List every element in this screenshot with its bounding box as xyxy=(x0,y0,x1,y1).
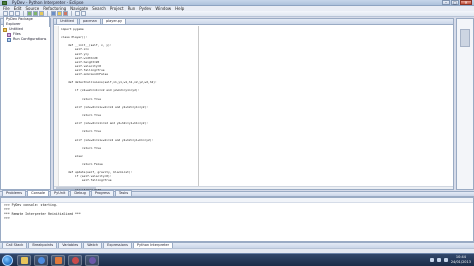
config-icon xyxy=(7,37,11,42)
tab-package-explorer[interactable]: PyDev Package Explorer xyxy=(3,16,50,27)
tree-item-label: Run Configurations xyxy=(13,37,47,41)
tab-problems[interactable]: Problems xyxy=(2,190,27,196)
toolbar-divider xyxy=(71,11,72,16)
back-icon[interactable] xyxy=(75,11,80,16)
clock-date: 24/01/2013 xyxy=(450,259,471,264)
browser-task-icon[interactable] xyxy=(34,255,48,266)
code-editor: Untitled pacman player.py import pygame cla… xyxy=(53,18,454,219)
recorder-icon xyxy=(71,257,79,264)
explorer-tab-strip: PyDev Package Explorer xyxy=(1,16,50,27)
package-explorer: PyDev Package Explorer Untitled Files Run … xyxy=(0,16,51,190)
minimize-button[interactable]: – xyxy=(442,0,450,5)
editor-tab[interactable]: pacman xyxy=(78,18,101,24)
maximize-button[interactable]: □ xyxy=(451,0,459,5)
eclipse-task-icon[interactable] xyxy=(85,255,99,266)
search-icon[interactable] xyxy=(63,11,68,16)
start-button[interactable] xyxy=(2,255,13,266)
editor-gutter xyxy=(54,26,59,186)
outline-pane xyxy=(456,18,474,190)
main-toolbar xyxy=(0,11,474,17)
folder-icon xyxy=(20,257,28,264)
eclipse-window: PyDev - Python Interpreter - Eclipse – □… xyxy=(0,0,474,266)
tab-console[interactable]: Console xyxy=(27,190,50,196)
eclipse-app-icon xyxy=(2,1,7,5)
network-icon[interactable] xyxy=(429,257,434,262)
tab-pyunit[interactable]: PyUnit xyxy=(50,190,70,196)
tree-item[interactable]: Run Configurations xyxy=(3,37,48,42)
console-view: >>> PyDev console: starting. >>> *** Remot… xyxy=(0,197,474,242)
editor-horizontal-scrollbar[interactable] xyxy=(54,186,453,189)
project-tree: Untitled Files Run Configurations xyxy=(1,25,50,44)
media-task-icon[interactable] xyxy=(51,255,65,266)
eclipse-icon xyxy=(88,257,96,264)
vertical-scrollbar-thumb[interactable] xyxy=(460,29,470,47)
media-player-icon xyxy=(54,257,62,264)
console-output[interactable]: >>> PyDev console: starting. >>> *** Remot… xyxy=(1,203,473,220)
close-button[interactable]: ✕ xyxy=(460,0,472,5)
volume-icon[interactable] xyxy=(436,257,441,262)
project-folder-icon xyxy=(3,27,7,32)
scrollbar-thumb[interactable] xyxy=(56,187,96,189)
new-project-icon[interactable] xyxy=(51,11,56,16)
tab-debug[interactable]: Debug xyxy=(70,190,90,196)
taskbar-apps xyxy=(17,255,99,266)
console-line: >>> xyxy=(4,215,10,220)
editor-tab[interactable]: player.py xyxy=(101,18,127,24)
system-tray: 10:44 24/01/2013 xyxy=(429,255,471,264)
tab-progress[interactable]: Progress xyxy=(90,190,114,196)
windows-taskbar: 10:44 24/01/2013 xyxy=(0,253,474,266)
browser-icon xyxy=(37,257,45,264)
explorer-task-icon[interactable] xyxy=(17,255,31,266)
editor-tab-strip: Untitled pacman player.py xyxy=(54,18,453,25)
tab-tasks[interactable]: Tasks xyxy=(114,190,133,196)
taskbar-clock[interactable]: 10:44 24/01/2013 xyxy=(451,255,471,264)
editor-tab[interactable]: Untitled xyxy=(56,18,78,24)
source-folder-icon xyxy=(7,32,11,37)
recorder-task-icon[interactable] xyxy=(68,255,82,266)
new-module-icon[interactable] xyxy=(57,11,62,16)
flag-icon[interactable] xyxy=(443,257,448,262)
forward-icon[interactable] xyxy=(81,11,86,16)
